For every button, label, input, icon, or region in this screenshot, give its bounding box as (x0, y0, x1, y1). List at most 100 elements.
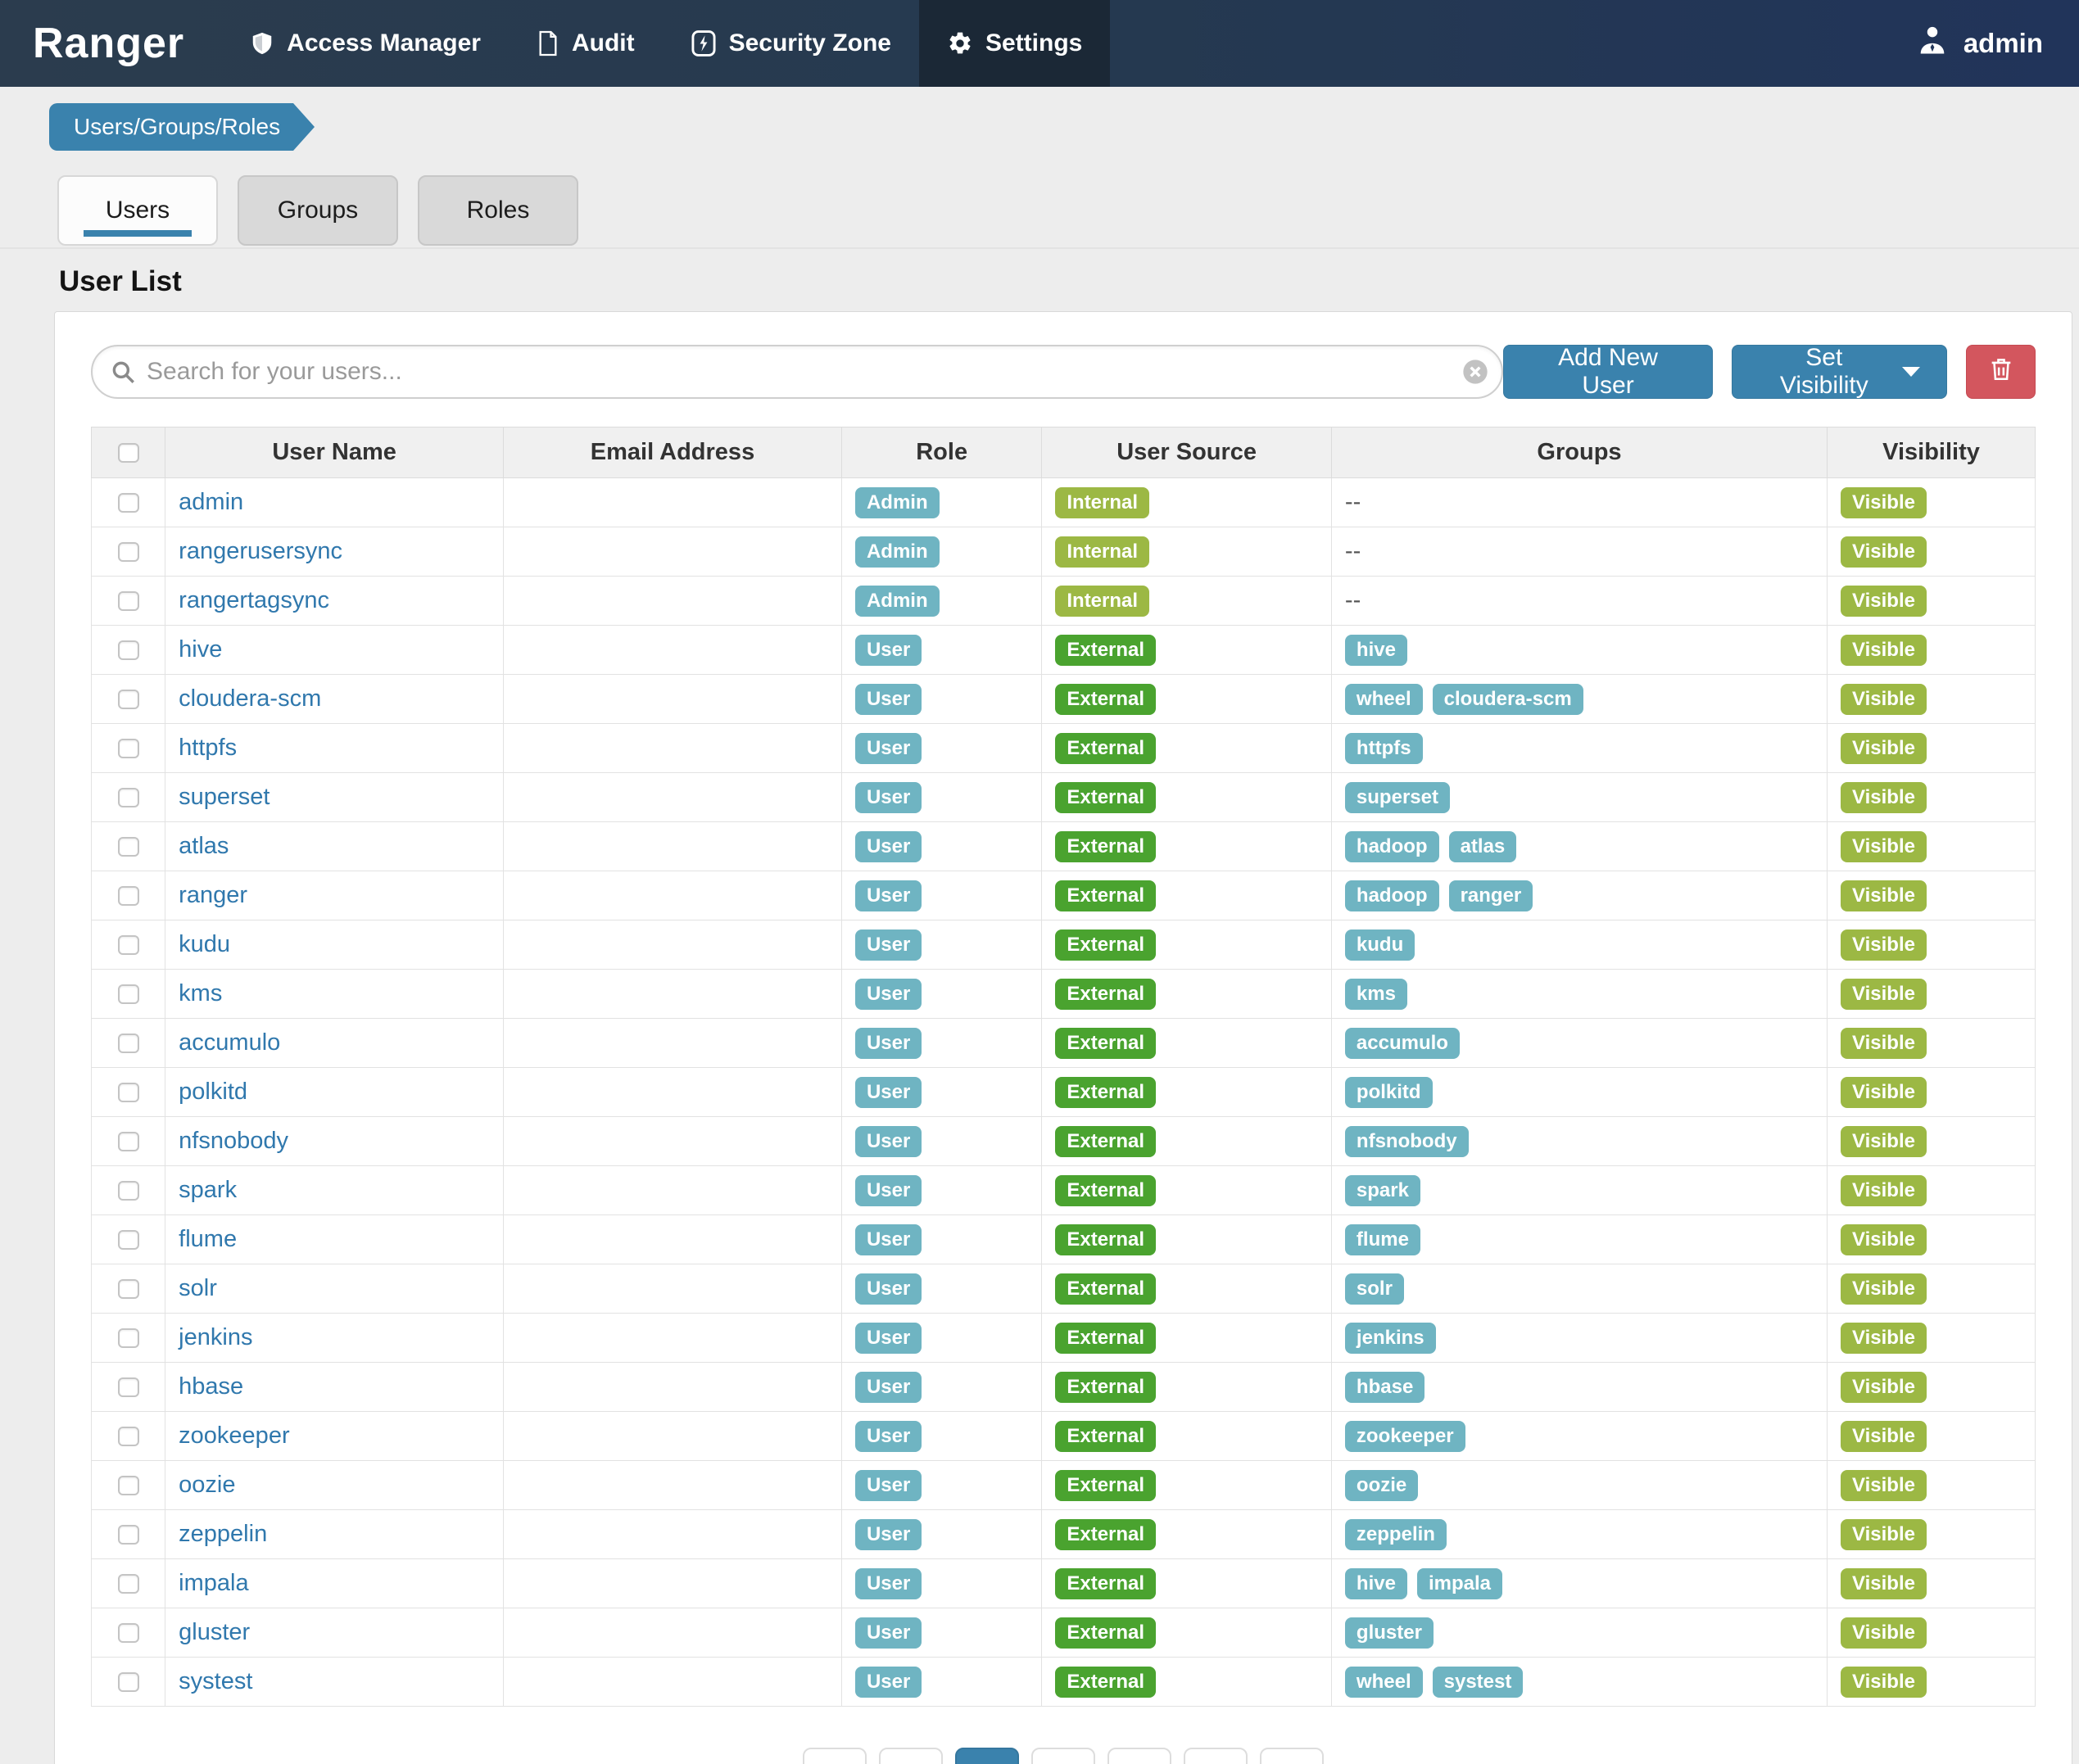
row-checkbox[interactable] (118, 690, 139, 709)
email-cell (504, 724, 842, 773)
user-name-link[interactable]: zeppelin (179, 1521, 267, 1547)
user-name-link[interactable]: hbase (179, 1373, 243, 1400)
email-cell (504, 1412, 842, 1461)
page-button[interactable] (1107, 1748, 1171, 1764)
row-checkbox[interactable] (118, 739, 139, 758)
row-checkbox[interactable] (118, 1574, 139, 1594)
row-checkbox[interactable] (118, 1623, 139, 1643)
nav-item-settings[interactable]: Settings (919, 0, 1110, 87)
nav-item-audit[interactable]: Audit (509, 0, 663, 87)
tab-roles[interactable]: Roles (418, 175, 578, 246)
search-input[interactable] (91, 345, 1503, 399)
row-checkbox[interactable] (118, 1672, 139, 1692)
role-badge: Admin (855, 487, 940, 518)
row-checkbox[interactable] (118, 591, 139, 611)
role-badge: User (855, 733, 922, 764)
user-name-link[interactable]: superset (179, 784, 270, 810)
group-tag: atlas (1449, 831, 1517, 862)
row-checkbox[interactable] (118, 935, 139, 955)
page-button[interactable] (1260, 1748, 1324, 1764)
user-name-link[interactable]: oozie (179, 1472, 235, 1498)
user-name-link[interactable]: gluster (179, 1619, 250, 1645)
group-tag: hive (1345, 1568, 1407, 1599)
no-groups-text: -- (1345, 538, 1361, 564)
row-checkbox[interactable] (118, 1083, 139, 1102)
row-checkbox[interactable] (118, 788, 139, 807)
toolbar: Add New User Set Visibility (91, 345, 2036, 399)
source-badge: External (1055, 635, 1156, 666)
source-badge: External (1055, 1175, 1156, 1206)
row-checkbox[interactable] (118, 1181, 139, 1201)
row-checkbox[interactable] (118, 1427, 139, 1446)
ranger-logo[interactable]: Ranger (0, 0, 222, 87)
user-name-link[interactable]: kms (179, 980, 222, 1006)
table-row: oozieUserExternaloozieVisible (92, 1461, 2036, 1510)
row-checkbox[interactable] (118, 493, 139, 513)
row-checkbox[interactable] (118, 542, 139, 562)
row-checkbox[interactable] (118, 1034, 139, 1053)
email-cell (504, 822, 842, 871)
user-name-link[interactable]: ranger (179, 882, 247, 908)
delete-users-button[interactable] (1966, 345, 2036, 399)
clear-search-icon[interactable] (1462, 359, 1488, 385)
row-checkbox[interactable] (118, 1476, 139, 1495)
user-name-link[interactable]: admin (179, 489, 243, 515)
user-name-link[interactable]: systest (179, 1668, 252, 1694)
table-row: hiveUserExternalhiveVisible (92, 626, 2036, 675)
user-name-link[interactable]: rangerusersync (179, 538, 342, 564)
row-checkbox[interactable] (118, 1525, 139, 1545)
visibility-badge: Visible (1841, 635, 1927, 666)
email-cell (504, 478, 842, 527)
user-name-link[interactable]: polkitd (179, 1079, 247, 1105)
user-name-link[interactable]: atlas (179, 833, 229, 859)
group-tag: zookeeper (1345, 1421, 1465, 1452)
page-button[interactable] (1184, 1748, 1248, 1764)
role-badge: User (855, 1372, 922, 1403)
user-name-link[interactable]: hive (179, 636, 222, 663)
user-name-link[interactable]: accumulo (179, 1029, 280, 1056)
row-checkbox[interactable] (118, 1377, 139, 1397)
tab-users[interactable]: Users (57, 175, 218, 246)
nav-item-access-manager[interactable]: Access Manager (222, 0, 509, 87)
user-name-link[interactable]: solr (179, 1275, 217, 1301)
row-checkbox[interactable] (118, 1230, 139, 1250)
set-visibility-button[interactable]: Set Visibility (1732, 345, 1947, 399)
table-row: supersetUserExternalsupersetVisible (92, 773, 2036, 822)
user-name-link[interactable]: zookeeper (179, 1423, 289, 1449)
page-button-active[interactable] (955, 1748, 1019, 1764)
page-button[interactable] (879, 1748, 943, 1764)
user-name-link[interactable]: nfsnobody (179, 1128, 288, 1154)
nav-item-security-zone[interactable]: Security Zone (663, 0, 919, 87)
page-title: User List (59, 265, 2079, 298)
source-badge: External (1055, 1372, 1156, 1403)
no-groups-text: -- (1345, 489, 1361, 515)
user-name-link[interactable]: spark (179, 1177, 237, 1203)
user-name-link[interactable]: flume (179, 1226, 237, 1252)
row-checkbox[interactable] (118, 640, 139, 660)
table-row: polkitdUserExternalpolkitdVisible (92, 1068, 2036, 1117)
row-checkbox[interactable] (118, 886, 139, 906)
tab-groups[interactable]: Groups (238, 175, 398, 246)
row-checkbox[interactable] (118, 1132, 139, 1151)
row-checkbox[interactable] (118, 984, 139, 1004)
add-new-user-button[interactable]: Add New User (1503, 345, 1714, 399)
row-checkbox[interactable] (118, 1279, 139, 1299)
user-name-link[interactable]: httpfs (179, 735, 237, 761)
row-checkbox[interactable] (118, 1328, 139, 1348)
page-button[interactable] (803, 1748, 867, 1764)
user-menu[interactable]: admin (1914, 0, 2079, 87)
breadcrumb[interactable]: Users/Groups/Roles (49, 103, 293, 151)
nav-item-label: Audit (572, 29, 635, 57)
page-button[interactable] (1031, 1748, 1095, 1764)
user-name-link[interactable]: rangertagsync (179, 587, 329, 613)
row-checkbox[interactable] (118, 837, 139, 857)
source-badge: External (1055, 1323, 1156, 1354)
role-badge: User (855, 1175, 922, 1206)
user-name-link[interactable]: jenkins (179, 1324, 252, 1350)
user-name-link[interactable]: kudu (179, 931, 230, 957)
user-name-link[interactable]: cloudera-scm (179, 685, 321, 712)
select-all-checkbox[interactable] (118, 443, 139, 463)
group-tag: ranger (1449, 880, 1533, 911)
email-cell (504, 773, 842, 822)
user-name-link[interactable]: impala (179, 1570, 248, 1596)
